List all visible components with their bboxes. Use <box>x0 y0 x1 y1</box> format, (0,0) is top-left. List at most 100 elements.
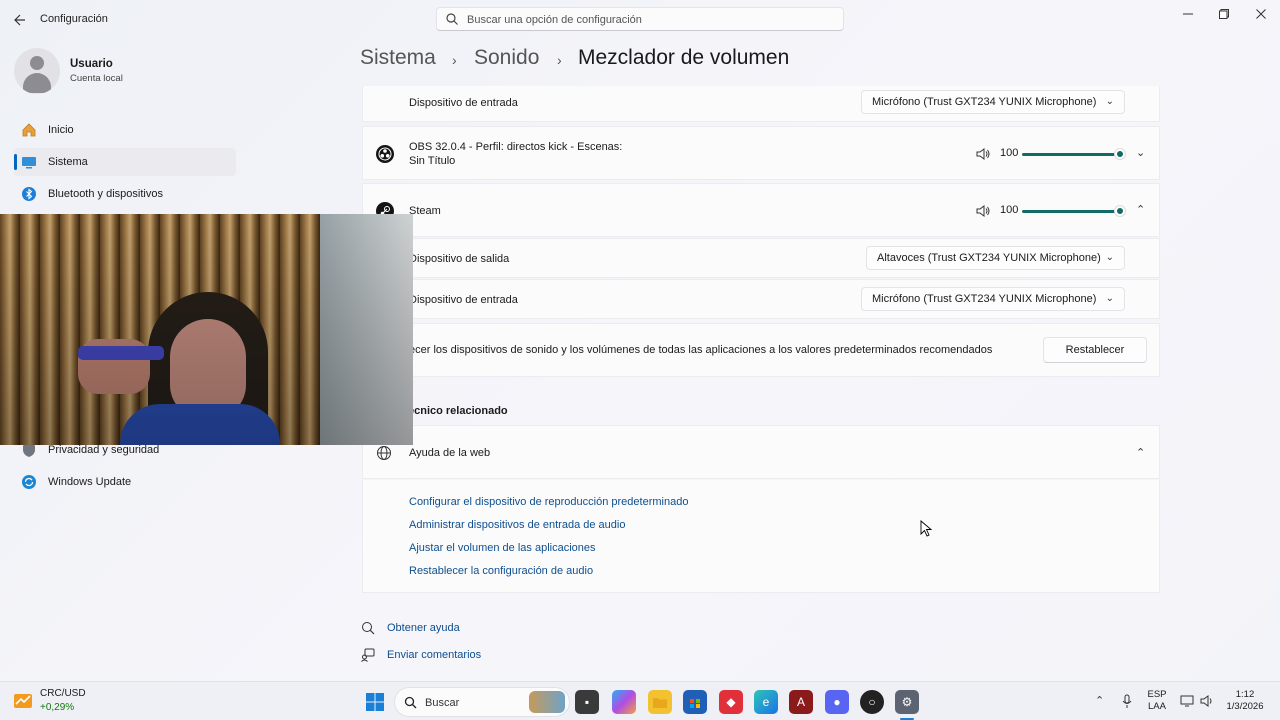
slider-track <box>1022 210 1120 213</box>
output-device-label: Dispositivo de salida <box>409 253 510 265</box>
tray-overflow-icon[interactable]: ⌃ <box>1095 694 1104 707</box>
link-reset-audio[interactable]: Restablecer la configuración de audio <box>409 565 593 577</box>
link-app-volume[interactable]: Ajustar el volumen de las aplicaciones <box>409 542 596 554</box>
search-highlight-image <box>529 691 565 713</box>
input-device-dropdown[interactable]: Micrófono (Trust GXT234 YUNIX Microphone… <box>861 287 1125 311</box>
home-icon <box>21 122 37 138</box>
sidebar-item-label: Inicio <box>48 124 74 136</box>
user-name: Usuario <box>70 58 113 70</box>
sidebar-item-label: Windows Update <box>48 476 132 488</box>
steam-input-row: Dispositivo de entrada Micrófono (Trust … <box>362 279 1160 319</box>
steam-volume-slider[interactable] <box>1022 204 1126 218</box>
maximize-button[interactable] <box>1206 4 1242 24</box>
anydesk-icon[interactable]: ◆ <box>719 690 743 714</box>
start-button[interactable] <box>363 690 387 714</box>
link-default-playback[interactable]: Configurar el dispositivo de reproducció… <box>409 496 688 508</box>
reset-button[interactable]: Restablecer <box>1043 337 1147 363</box>
input-device-label: Dispositivo de entrada <box>409 97 518 109</box>
slider-thumb[interactable] <box>1114 148 1126 160</box>
breadcrumb-chevron-icon: › <box>557 52 562 68</box>
search-icon <box>404 696 417 709</box>
web-help-label: Ayuda de la web <box>409 447 491 459</box>
language-indicator[interactable]: ESP LAA <box>1146 689 1168 713</box>
minimize-button[interactable] <box>1170 4 1206 24</box>
file-explorer-icon[interactable] <box>648 690 672 714</box>
clock-time: 1:12 <box>1235 689 1255 700</box>
bluetooth-icon <box>21 186 37 202</box>
app-name: OBS 32.0.4 - Perfil: directos kick - Esc… <box>409 141 623 153</box>
system-icon <box>21 154 37 170</box>
sidebar-item-label: Bluetooth y dispositivos <box>48 188 163 200</box>
copilot-icon[interactable] <box>612 690 636 714</box>
chevron-up-icon[interactable]: ⌃ <box>1136 203 1145 216</box>
app-row-steam[interactable]: Steam 100 ⌃ <box>362 183 1160 237</box>
dropdown-value: Micrófono (Trust GXT234 YUNIX Microphone… <box>872 293 1097 305</box>
web-help-links: Configurar el dispositivo de reproducció… <box>362 480 1160 593</box>
chevron-up-icon[interactable]: ⌃ <box>1136 446 1145 459</box>
sidebar-item-label: Privacidad y seguridad <box>48 444 160 456</box>
speaker-icon[interactable] <box>975 204 991 218</box>
avatar[interactable] <box>14 48 60 94</box>
input-device-label: Dispositivo de entrada <box>409 294 518 306</box>
webcam-overlay <box>0 214 413 445</box>
link-audio-input[interactable]: Administrar dispositivos de entrada de a… <box>409 519 625 531</box>
task-view-icon[interactable]: ▪ <box>575 690 599 714</box>
adobe-icon[interactable]: A <box>789 690 813 714</box>
get-help-link[interactable]: Obtener ayuda <box>387 622 460 634</box>
slider-track <box>1022 153 1120 156</box>
breadcrumb-sonido[interactable]: Sonido <box>474 46 539 70</box>
page-title: Mezclador de volumen <box>578 46 790 69</box>
stock-name: CRC/USD <box>40 688 86 699</box>
close-button[interactable] <box>1243 4 1279 24</box>
related-section-title: écnico relacionado <box>408 405 508 417</box>
settings-gear-icon[interactable]: ⚙ <box>895 690 919 714</box>
search-placeholder: Buscar una opción de configuración <box>467 14 642 26</box>
obs-icon[interactable]: ○ <box>860 690 884 714</box>
sidebar-item-inicio[interactable]: Inicio <box>14 116 236 144</box>
reset-row: ecer los dispositivos de sonido y los vo… <box>362 323 1160 377</box>
store-icon[interactable] <box>683 690 707 714</box>
microphone-icon[interactable] <box>1121 694 1133 710</box>
user-account-type: Cuenta local <box>70 73 123 84</box>
breadcrumb-sistema[interactable]: Sistema <box>360 46 436 70</box>
dropdown-value: Micrófono (Trust GXT234 YUNIX Microphone… <box>872 96 1097 108</box>
globe-icon <box>377 446 391 460</box>
help-icon <box>362 622 375 635</box>
web-help-row[interactable]: Ayuda de la web ⌃ <box>362 425 1160 479</box>
app-name: Steam <box>409 205 441 217</box>
output-device-dropdown[interactable]: Altavoces (Trust GXT234 YUNIX Microphone… <box>866 246 1125 270</box>
settings-search-input[interactable]: Buscar una opción de configuración <box>436 7 844 31</box>
sidebar-item-bluetooth[interactable]: Bluetooth y dispositivos <box>14 180 236 208</box>
language-line2: LAA <box>1148 701 1166 712</box>
input-device-dropdown[interactable]: Micrófono (Trust GXT234 YUNIX Microphone… <box>861 90 1125 114</box>
volume-tray-icon[interactable] <box>1199 694 1215 708</box>
clock-date: 1/3/2026 <box>1226 701 1264 712</box>
breadcrumb-chevron-icon: › <box>452 52 457 68</box>
sidebar-item-label: Sistema <box>48 156 88 168</box>
mouse-cursor-icon <box>920 520 932 537</box>
slider-thumb[interactable] <box>1114 205 1126 217</box>
feedback-link[interactable]: Enviar comentarios <box>387 649 481 661</box>
edge-icon[interactable]: e <box>754 690 778 714</box>
language-line1: ESP <box>1147 689 1167 700</box>
speaker-icon[interactable] <box>975 147 991 161</box>
app-input-device-row: Dispositivo de entrada Micrófono (Trust … <box>362 86 1160 122</box>
stock-widget-icon[interactable] <box>12 690 34 712</box>
chevron-down-icon[interactable]: ⌄ <box>1136 146 1145 159</box>
clock[interactable]: 1:12 1/3/2026 <box>1222 689 1268 713</box>
discord-icon[interactable]: ● <box>825 690 849 714</box>
sidebar-item-windows-update[interactable]: Windows Update <box>14 468 236 496</box>
sidebar-item-sistema[interactable]: Sistema <box>14 148 236 176</box>
stock-change: +0,29% <box>40 702 75 713</box>
steam-output-row: Dispositivo de salida Altavoces (Trust G… <box>362 238 1160 278</box>
back-arrow-icon[interactable] <box>10 10 30 30</box>
network-icon[interactable] <box>1180 694 1194 708</box>
feedback-icon <box>361 648 375 662</box>
taskbar-search-label: Buscar <box>425 697 460 709</box>
taskbar-search[interactable]: Buscar <box>394 687 570 717</box>
obs-volume-slider[interactable] <box>1022 147 1126 161</box>
chevron-down-icon: ⌄ <box>1105 252 1114 263</box>
reset-description: ecer los dispositivos de sonido y los vo… <box>409 344 993 356</box>
app-row-obs[interactable]: OBS 32.0.4 - Perfil: directos kick - Esc… <box>362 126 1160 180</box>
dropdown-value: Altavoces (Trust GXT234 YUNIX Microphone… <box>877 252 1101 264</box>
